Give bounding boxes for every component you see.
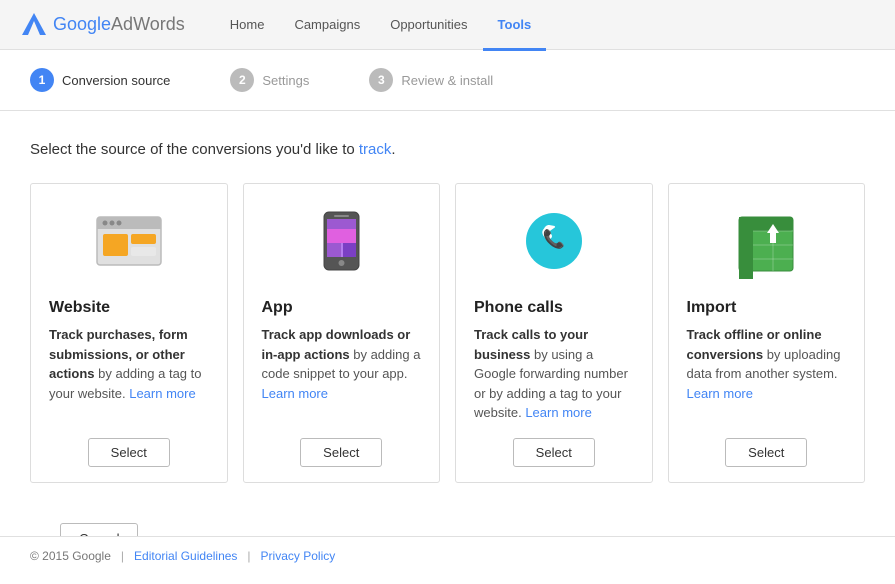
nav-campaigns[interactable]: Campaigns	[279, 1, 375, 51]
app-icon	[262, 204, 422, 284]
footer-sep-1: |	[121, 549, 124, 563]
step-2: 2 Settings	[230, 68, 309, 92]
card-phone: 📞 Phone calls Track calls to your busine…	[455, 183, 653, 483]
app-learn-more-link[interactable]: Learn more	[262, 386, 328, 401]
adwords-logo-icon	[20, 11, 48, 39]
steps-bar: 1 Conversion source 2 Settings 3 Review …	[0, 50, 895, 111]
step-1-label: Conversion source	[62, 73, 170, 88]
website-select-button[interactable]: Select	[88, 438, 170, 467]
step-3-circle: 3	[369, 68, 393, 92]
logo-text: GoogleAdWords	[53, 14, 185, 35]
page-instruction: Select the source of the conversions you…	[30, 141, 865, 158]
import-select-area: Select	[687, 438, 847, 467]
nav-opportunities[interactable]: Opportunities	[375, 1, 482, 51]
svg-text:📞: 📞	[543, 227, 566, 249]
step-3-label: Review & install	[401, 73, 493, 88]
step-1-circle: 1	[30, 68, 54, 92]
phone-learn-more-link[interactable]: Learn more	[525, 405, 591, 420]
website-card-desc: Track purchases, form submissions, or ot…	[49, 325, 209, 423]
app-card-desc: Track app downloads or in-app actions by…	[262, 325, 422, 423]
card-import: Import Track offline or online conversio…	[668, 183, 866, 483]
phone-select-button[interactable]: Select	[513, 438, 595, 467]
footer: © 2015 Google | Editorial Guidelines | P…	[0, 536, 895, 575]
import-learn-more-link[interactable]: Learn more	[687, 386, 753, 401]
footer-copyright: © 2015 Google	[30, 549, 111, 563]
logo: GoogleAdWords	[20, 11, 185, 39]
app-select-area: Select	[262, 438, 422, 467]
step-3: 3 Review & install	[369, 68, 493, 92]
cards-row: Website Track purchases, form submission…	[30, 183, 865, 483]
step-2-label: Settings	[262, 73, 309, 88]
website-select-area: Select	[49, 438, 209, 467]
import-select-button[interactable]: Select	[725, 438, 807, 467]
step-1: 1 Conversion source	[30, 68, 170, 92]
website-card-title: Website	[49, 299, 209, 317]
import-card-desc: Track offline or online conversions by u…	[687, 325, 847, 423]
footer-privacy-link[interactable]: Privacy Policy	[261, 549, 336, 563]
phone-card-title: Phone calls	[474, 299, 634, 317]
main-nav: Home Campaigns Opportunities Tools	[215, 0, 546, 51]
footer-sep-2: |	[247, 549, 250, 563]
instruction-highlight: track	[359, 141, 392, 158]
import-card-title: Import	[687, 299, 847, 317]
phone-card-desc: Track calls to your business by using a …	[474, 325, 634, 423]
phone-icon: 📞	[474, 204, 634, 284]
nav-home[interactable]: Home	[215, 1, 280, 51]
website-learn-more-link[interactable]: Learn more	[129, 386, 195, 401]
website-icon	[49, 204, 209, 284]
card-website: Website Track purchases, form submission…	[30, 183, 228, 483]
card-app: App Track app downloads or in-app action…	[243, 183, 441, 483]
main-content: Select the source of the conversions you…	[0, 111, 895, 584]
app-card-title: App	[262, 299, 422, 317]
app-select-button[interactable]: Select	[300, 438, 382, 467]
step-2-circle: 2	[230, 68, 254, 92]
import-icon	[687, 204, 847, 284]
footer-editorial-link[interactable]: Editorial Guidelines	[134, 549, 237, 563]
header: GoogleAdWords Home Campaigns Opportuniti…	[0, 0, 895, 50]
phone-select-area: Select	[474, 438, 634, 467]
nav-tools[interactable]: Tools	[483, 1, 547, 51]
